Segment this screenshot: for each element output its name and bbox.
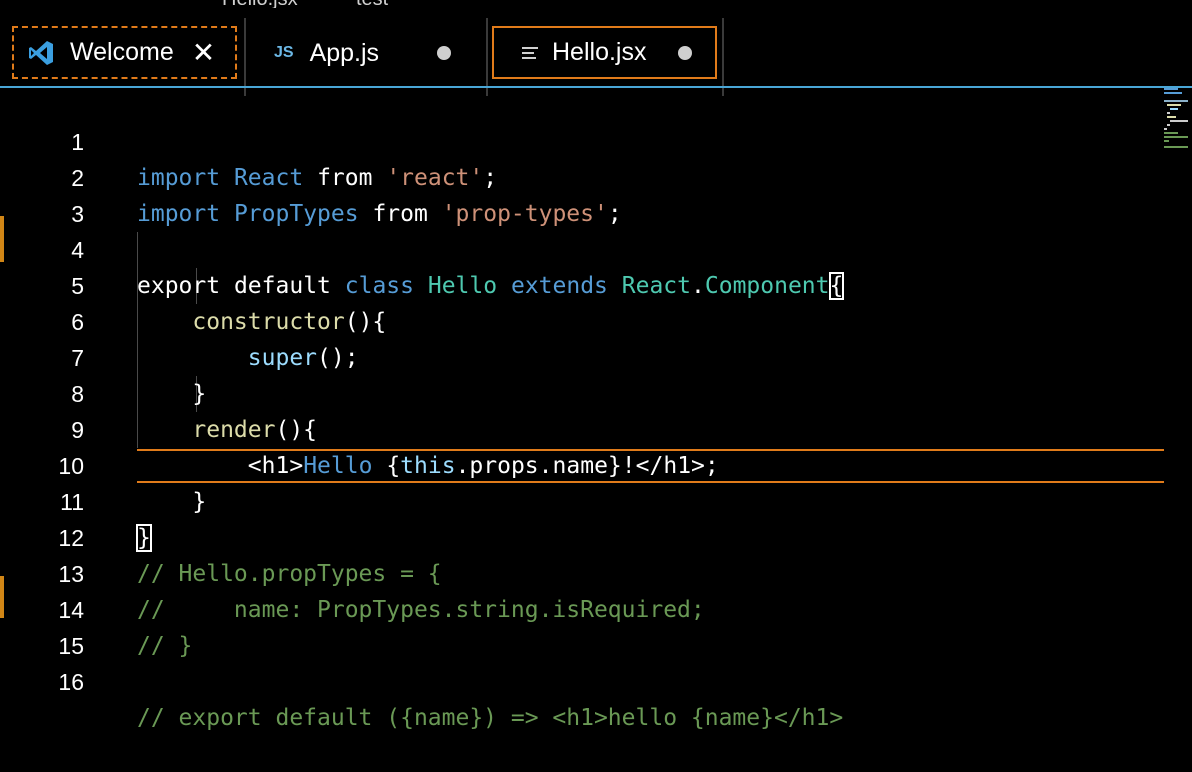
tab-app-js-label: App.js	[309, 38, 380, 67]
window-title-bar: Hello.jsx test	[0, 0, 1192, 8]
tab-app-js[interactable]: JS App.js	[246, 18, 484, 88]
minimap[interactable]	[1162, 88, 1190, 148]
code-line: 7 }	[0, 304, 1164, 407]
code-line: 15	[0, 592, 1164, 659]
window-title-file: Hello.jsx	[222, 0, 298, 8]
code-line-current: 11 }	[0, 448, 1164, 552]
window-title-folder: test	[356, 0, 388, 8]
unsaved-dot-icon[interactable]	[678, 45, 693, 60]
code-line: 2 import PropTypes from 'prop-types';	[0, 124, 1164, 227]
tab-welcome-label: Welcome	[70, 38, 174, 66]
code-line: 1 import React from 'react';	[0, 88, 1164, 191]
code-line: 10 }	[0, 412, 1164, 515]
js-file-icon: JS	[274, 44, 294, 61]
tab-hello-jsx[interactable]: Hello.jsx	[492, 26, 717, 79]
close-icon[interactable]: ✕	[192, 38, 215, 67]
code-line: 8 render(){	[0, 340, 1164, 443]
tab-welcome[interactable]: Welcome ✕	[12, 26, 237, 79]
unsaved-dot-icon[interactable]	[437, 46, 452, 60]
code-line: 16 // export default ({name}) => <h1>hel…	[0, 628, 1164, 731]
code-line: 13 // name: PropTypes.string.isRequired;	[0, 520, 1164, 623]
tab-hello-jsx-label: Hello.jsx	[552, 38, 647, 66]
line-number: 16	[58, 669, 84, 695]
code-line: 3	[0, 160, 1164, 227]
code-line: 9 <h1>Hello {this.props.name}!</h1>;	[0, 376, 1164, 479]
editor-tab-bar: Welcome ✕ JS App.js Hello.jsx	[0, 8, 1192, 96]
code-editor[interactable]: 1 import React from 'react'; 2 import Pr…	[0, 88, 1192, 731]
code-line: 14 // }	[0, 556, 1164, 659]
tab-separator	[722, 18, 724, 96]
code-line: 5 constructor(){	[0, 232, 1164, 335]
lines-file-icon	[522, 45, 538, 61]
code-line: 6 super();	[0, 268, 1164, 371]
tab-separator	[486, 18, 488, 96]
code-line: 4 export default class Hello extends Rea…	[0, 196, 1164, 300]
code-line: 12 // Hello.propTypes = {	[0, 484, 1164, 587]
vscode-logo-icon	[28, 40, 54, 66]
code-comment: // export default ({name}) => <h1>hello …	[137, 705, 844, 731]
